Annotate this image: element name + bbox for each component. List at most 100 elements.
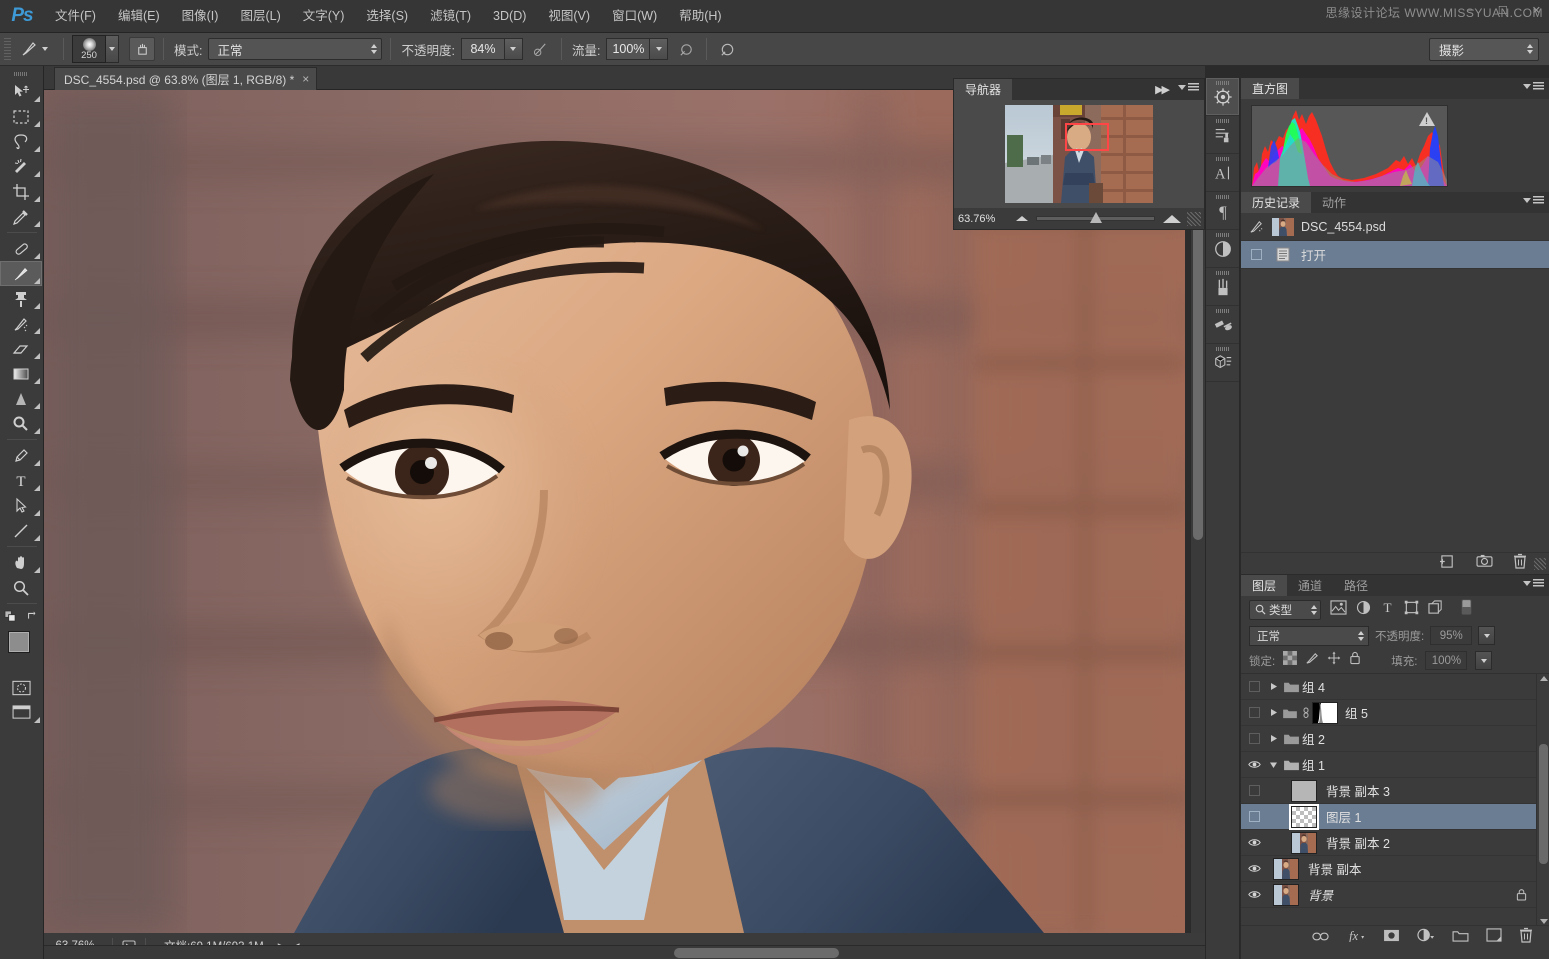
- layers-scroll-thumb[interactable]: [1539, 744, 1548, 864]
- toolbar-grip[interactable]: [0, 69, 42, 79]
- menu-layer[interactable]: 图层(L): [229, 0, 291, 33]
- tab-history[interactable]: 历史记录: [1241, 192, 1311, 213]
- add-layer-mask-icon[interactable]: [1383, 929, 1400, 947]
- menu-file[interactable]: 文件(F): [44, 0, 107, 33]
- rail-adjustments[interactable]: [1206, 116, 1239, 154]
- tab-close-icon[interactable]: ×: [302, 72, 309, 86]
- menu-select[interactable]: 选择(S): [355, 0, 419, 33]
- rail-adjustment-circle[interactable]: [1206, 230, 1239, 268]
- tab-channels[interactable]: 通道: [1287, 575, 1333, 596]
- navigator-resize-grip[interactable]: [1187, 212, 1201, 226]
- new-adjustment-layer-icon[interactable]: [1417, 928, 1435, 947]
- document-tab[interactable]: DSC_4554.psd @ 63.8% (图层 1, RGB/8) * ×: [54, 67, 317, 90]
- brush-tool-dropdown[interactable]: [42, 47, 48, 51]
- brush-preview[interactable]: 250: [72, 35, 106, 63]
- tool-magic-wand[interactable]: [0, 154, 42, 179]
- menu-type[interactable]: 文字(Y): [292, 0, 356, 33]
- table-row[interactable]: 组 2: [1241, 726, 1549, 752]
- table-row[interactable]: 背景: [1241, 882, 1549, 908]
- layer-list[interactable]: 组 4 组 5: [1241, 673, 1549, 925]
- new-layer-icon[interactable]: [1486, 928, 1502, 947]
- layer-thumbnail[interactable]: [1273, 884, 1299, 906]
- filter-smart-object-icon[interactable]: [1428, 600, 1444, 620]
- filter-shape-icon[interactable]: [1404, 600, 1419, 620]
- table-row[interactable]: 背景 副本 2: [1241, 830, 1549, 856]
- layer-visibility-toggle[interactable]: [1241, 681, 1267, 692]
- tab-navigator[interactable]: 导航器: [954, 79, 1012, 100]
- opacity-value[interactable]: 84%: [461, 38, 505, 60]
- table-row[interactable]: 图层 1: [1241, 804, 1549, 830]
- menu-view[interactable]: 视图(V): [537, 0, 601, 33]
- lock-position-icon[interactable]: [1327, 651, 1341, 670]
- layer-thumbnail[interactable]: [1291, 806, 1317, 828]
- tool-dodge[interactable]: [0, 411, 42, 436]
- blend-mode-select[interactable]: 正常: [208, 38, 382, 60]
- layer-visibility-toggle[interactable]: [1241, 811, 1267, 822]
- rail-tool-presets[interactable]: [1206, 306, 1239, 344]
- navigator-panel-menu[interactable]: [1178, 83, 1199, 92]
- rail-brush-presets[interactable]: [1206, 268, 1239, 306]
- filter-pixel-icon[interactable]: [1330, 600, 1347, 620]
- tab-actions[interactable]: 动作: [1311, 192, 1357, 213]
- options-bar-grip[interactable]: [4, 38, 11, 60]
- zoom-slider-knob[interactable]: [1090, 212, 1102, 223]
- histogram-panel-menu[interactable]: [1523, 82, 1544, 91]
- tab-histogram[interactable]: 直方图: [1241, 78, 1299, 99]
- tool-line[interactable]: [0, 518, 42, 543]
- tool-path-selection[interactable]: [0, 493, 42, 518]
- state-checkbox[interactable]: [1247, 249, 1265, 260]
- layer-visibility-toggle[interactable]: [1241, 864, 1267, 873]
- group-collapse-arrow[interactable]: [1267, 761, 1280, 769]
- tool-eyedropper[interactable]: [0, 204, 42, 229]
- tool-healing-brush[interactable]: [0, 236, 42, 261]
- tool-brush[interactable]: [0, 261, 42, 286]
- tool-move[interactable]: [0, 79, 42, 104]
- layer-visibility-toggle[interactable]: [1241, 838, 1267, 847]
- menu-help[interactable]: 帮助(H): [668, 0, 732, 33]
- filter-adjustment-icon[interactable]: [1356, 600, 1371, 620]
- lock-transparent-pixels-icon[interactable]: [1283, 651, 1297, 670]
- navigator-preview-area[interactable]: [954, 100, 1204, 208]
- menu-window[interactable]: 窗口(W): [601, 0, 668, 33]
- tool-hand[interactable]: [0, 550, 42, 575]
- lock-image-pixels-icon[interactable]: [1305, 651, 1319, 670]
- tool-crop[interactable]: [0, 179, 42, 204]
- layer-mask-thumbnail[interactable]: [1312, 702, 1338, 724]
- history-snapshot-row[interactable]: DSC_4554.psd: [1241, 213, 1549, 241]
- rail-mini-bridge[interactable]: [1206, 78, 1239, 116]
- layer-visibility-toggle[interactable]: [1241, 890, 1267, 899]
- zoom-in-icon[interactable]: [1163, 215, 1181, 223]
- layer-fill-value[interactable]: 100%: [1425, 651, 1467, 670]
- table-row[interactable]: 组 4: [1241, 674, 1549, 700]
- tool-eraser[interactable]: [0, 336, 42, 361]
- tool-zoom[interactable]: [0, 575, 42, 600]
- table-row[interactable]: 组 5: [1241, 700, 1549, 726]
- tool-gradient[interactable]: [0, 361, 42, 386]
- delete-layer-icon[interactable]: [1519, 927, 1533, 948]
- history-state-row[interactable]: 打开: [1241, 241, 1549, 269]
- tab-layers[interactable]: 图层: [1241, 575, 1287, 596]
- layer-style-fx-icon[interactable]: fx: [1346, 928, 1366, 947]
- brush-preset-picker[interactable]: 250: [72, 35, 119, 63]
- link-layers-icon[interactable]: [1312, 929, 1329, 947]
- quick-mask-toggle[interactable]: [0, 675, 42, 700]
- layer-visibility-toggle[interactable]: [1241, 760, 1267, 769]
- zoom-slider-track[interactable]: [1036, 216, 1155, 221]
- layer-thumbnail[interactable]: [1291, 832, 1317, 854]
- history-panel-menu[interactable]: [1523, 196, 1544, 205]
- tool-pen[interactable]: [0, 443, 42, 468]
- foreground-color-swatch[interactable]: [8, 631, 30, 653]
- brush-size-dropdown[interactable]: [106, 35, 119, 63]
- tab-paths[interactable]: 路径: [1333, 575, 1379, 596]
- layer-visibility-toggle[interactable]: [1241, 707, 1267, 718]
- layer-filter-type-select[interactable]: 类型: [1249, 600, 1321, 620]
- delete-state-icon[interactable]: [1513, 553, 1527, 574]
- rail-paragraph[interactable]: ¶: [1206, 192, 1239, 230]
- rail-3d-panel[interactable]: [1206, 344, 1239, 382]
- tool-clone-stamp[interactable]: [0, 286, 42, 311]
- link-mask-icon[interactable]: [1300, 707, 1312, 719]
- table-row[interactable]: 背景 副本 3: [1241, 778, 1549, 804]
- zoom-out-icon[interactable]: [1016, 216, 1028, 221]
- default-swap-colors[interactable]: [0, 607, 42, 625]
- tool-history-brush[interactable]: [0, 311, 42, 336]
